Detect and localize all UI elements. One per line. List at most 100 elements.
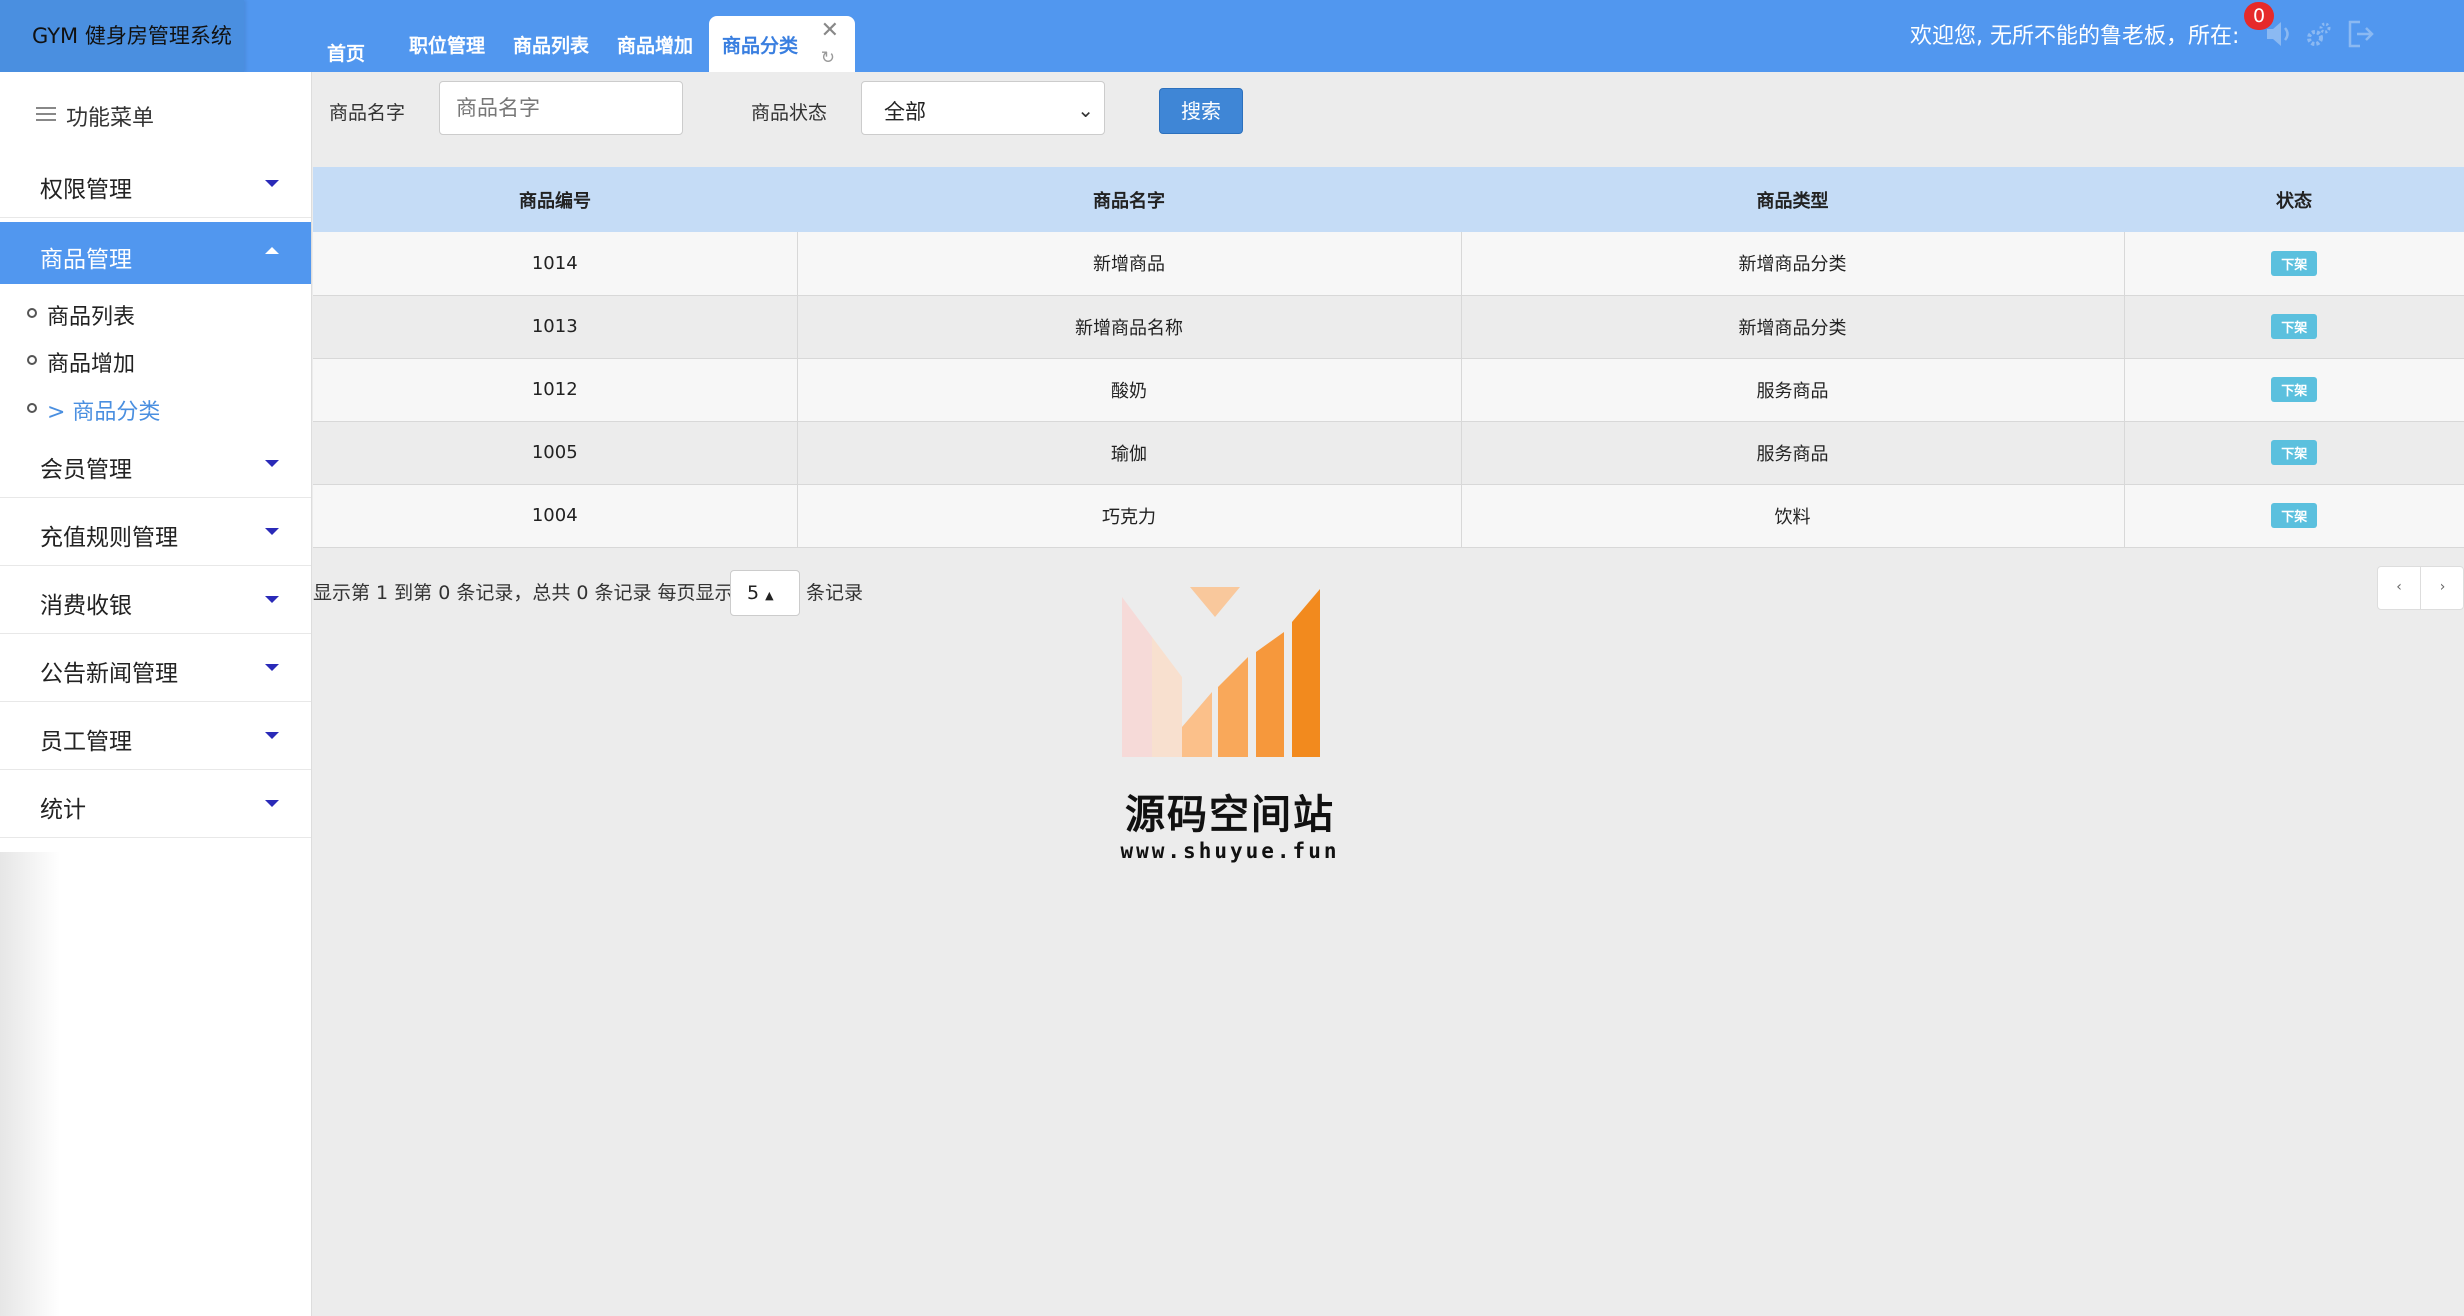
pagination-tail: 条记录 <box>806 582 864 604</box>
tab-product-category[interactable]: 商品分类 ✕ ↻ <box>709 16 855 72</box>
tab-label: 商品分类 <box>722 35 799 57</box>
status-badge: 下架 <box>2271 314 2318 339</box>
cell-type: 服务商品 <box>1461 421 2125 485</box>
sub-item-label: 商品列表 <box>47 305 136 330</box>
sidebar-group-product[interactable]: 商品管理 <box>0 222 311 284</box>
cell-id: 1014 <box>313 232 798 296</box>
sidebar-group-statistics[interactable]: 统计 <box>0 772 311 838</box>
sidebar-item-product-list[interactable]: 商品列表 <box>0 291 311 337</box>
header-icons <box>2260 16 2380 56</box>
chevron-down-icon: ⌄ <box>1077 98 1094 122</box>
cell-id: 1004 <box>313 484 798 548</box>
sidebar-item-product-category[interactable]: > 商品分类 <box>0 386 311 432</box>
menu-title-label: 功能菜单 <box>66 106 155 131</box>
bullet-icon <box>27 355 37 365</box>
group-label: 会员管理 <box>40 457 132 483</box>
cell-id: 1012 <box>313 358 798 422</box>
cell-status: 下架 <box>2124 358 2464 422</box>
column-header[interactable]: 商品编号 <box>313 167 797 232</box>
caret-up-icon: ▲ <box>765 589 774 602</box>
caret-down-icon <box>265 732 279 739</box>
status-badge: 下架 <box>2271 377 2318 402</box>
group-label: 公告新闻管理 <box>40 661 178 687</box>
sidebar: 功能菜单 权限管理 商品管理 商品列表 商品增加 > 商品分类 会员管理 充值规… <box>0 72 312 1316</box>
cell-type: 新增商品分类 <box>1461 295 2125 359</box>
cell-type: 服务商品 <box>1461 358 2125 422</box>
cell-status: 下架 <box>2124 232 2464 296</box>
column-header[interactable]: 商品名字 <box>797 167 1461 232</box>
sidebar-shade <box>0 852 60 1316</box>
status-select-value: 全部 <box>884 100 926 124</box>
search-button[interactable]: 搜索 <box>1159 88 1243 134</box>
bullet-icon <box>27 403 37 413</box>
status-select[interactable]: 全部 ⌄ <box>861 81 1105 135</box>
status-badge: 下架 <box>2271 440 2318 465</box>
tab-label: 首页 <box>327 43 366 65</box>
caret-down-icon <box>265 460 279 467</box>
product-name-input[interactable] <box>439 81 683 135</box>
prev-page-button[interactable]: ‹ <box>2378 567 2421 609</box>
column-header[interactable]: 商品类型 <box>1461 167 2124 232</box>
caret-down-icon <box>265 180 279 187</box>
table-row[interactable]: 1005 瑜伽 服务商品 下架 <box>313 421 2464 485</box>
group-label: 充值规则管理 <box>40 525 178 551</box>
app-brand: GYM 健身房管理系统 <box>0 0 244 72</box>
cell-name: 酸奶 <box>797 358 1462 422</box>
sidebar-item-product-add[interactable]: 商品增加 <box>0 338 311 384</box>
cell-name: 巧克力 <box>797 484 1462 548</box>
main-content: 商品名字 商品状态 全部 ⌄ 搜索 商品编号 商品名字 商品类型 状态 1014… <box>313 72 2464 1316</box>
sidebar-group-recharge-rules[interactable]: 充值规则管理 <box>0 500 311 566</box>
gear-icon[interactable] <box>2303 16 2335 52</box>
table-row[interactable]: 1012 酸奶 服务商品 下架 <box>313 358 2464 422</box>
table-header-row: 商品编号 商品名字 商品类型 状态 <box>313 167 2464 232</box>
sidebar-group-permission[interactable]: 权限管理 <box>0 152 311 218</box>
bullet-icon <box>27 308 37 318</box>
page-size-select[interactable]: 5 ▲ <box>730 570 800 616</box>
cell-id: 1013 <box>313 295 798 359</box>
group-label: 统计 <box>40 797 86 823</box>
group-label: 员工管理 <box>40 729 132 755</box>
menu-title: 功能菜单 <box>36 100 154 132</box>
logout-icon[interactable] <box>2344 16 2376 52</box>
column-header[interactable]: 状态 <box>2124 167 2464 232</box>
tab-label: 商品增加 <box>617 35 694 57</box>
cell-name: 新增商品名称 <box>797 295 1462 359</box>
page-size-value: 5 <box>747 582 760 604</box>
refresh-icon[interactable]: ↻ <box>821 50 835 67</box>
table-row[interactable]: 1014 新增商品 新增商品分类 下架 <box>313 232 2464 296</box>
cell-status: 下架 <box>2124 421 2464 485</box>
status-filter-label: 商品状态 <box>751 102 828 124</box>
cell-id: 1005 <box>313 421 798 485</box>
notification-badge: 0 <box>2244 2 2274 30</box>
group-label: 权限管理 <box>40 177 132 203</box>
cell-name: 瑜伽 <box>797 421 1462 485</box>
tab-label: 商品列表 <box>513 35 590 57</box>
top-header: GYM 健身房管理系统 首页 职位管理 商品列表 商品增加 商品分类 ✕ ↻ 欢… <box>0 0 2464 72</box>
status-badge: 下架 <box>2271 250 2318 276</box>
sidebar-group-staff[interactable]: 员工管理 <box>0 704 311 770</box>
sidebar-group-cashier[interactable]: 消费收银 <box>0 568 311 634</box>
caret-down-icon <box>265 800 279 807</box>
caret-down-icon <box>265 596 279 603</box>
caret-down-icon <box>265 664 279 671</box>
cell-name: 新增商品 <box>797 232 1462 296</box>
sidebar-group-member[interactable]: 会员管理 <box>0 432 311 498</box>
watermark-url: www.shuyue.fun <box>1120 839 1340 863</box>
name-filter-label: 商品名字 <box>329 102 406 124</box>
welcome-text: 欢迎您, 无所不能的鲁老板，所在: <box>1910 24 2240 49</box>
cell-status: 下架 <box>2124 484 2464 548</box>
tab-label: 职位管理 <box>409 35 486 57</box>
table-row[interactable]: 1004 巧克力 饮料 下架 <box>313 484 2464 548</box>
table-row[interactable]: 1013 新增商品名称 新增商品分类 下架 <box>313 295 2464 359</box>
cell-type: 饮料 <box>1461 484 2125 548</box>
sub-item-label: > 商品分类 <box>47 400 161 425</box>
menu-icon[interactable] <box>36 103 56 125</box>
watermark-logo <box>1122 587 1320 757</box>
pagination-info: 显示第 1 到第 0 条记录，总共 0 条记录 每页显示 <box>313 582 734 604</box>
sidebar-group-news[interactable]: 公告新闻管理 <box>0 636 311 702</box>
close-icon[interactable]: ✕ <box>821 20 839 42</box>
cell-status: 下架 <box>2124 295 2464 359</box>
sub-item-label: 商品增加 <box>47 352 136 377</box>
next-page-button[interactable]: › <box>2421 567 2464 609</box>
group-label: 商品管理 <box>40 247 132 273</box>
